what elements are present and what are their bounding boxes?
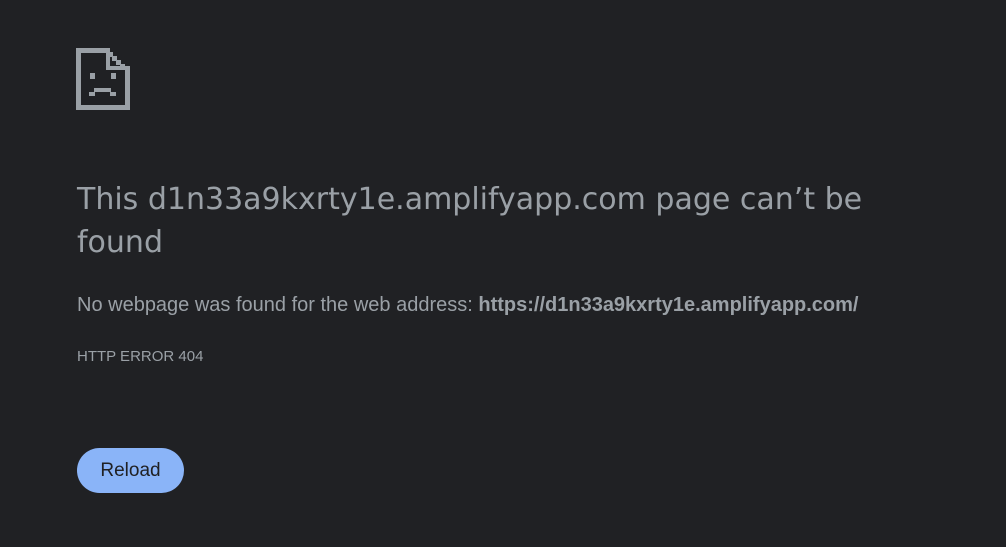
title-host: d1n33a9kxrty1e.amplifyapp.com: [147, 182, 646, 217]
sad-document-icon: [76, 46, 130, 112]
summary-text: No webpage was found for the web address…: [77, 294, 479, 316]
reload-button[interactable]: Reload: [77, 448, 184, 493]
page-title: This d1n33a9kxrty1e.amplifyapp.com page …: [77, 178, 937, 264]
error-url: https://d1n33a9kxrty1e.amplifyapp.com/: [478, 294, 859, 316]
error-code: HTTP ERROR 404: [77, 348, 204, 365]
error-summary: No webpage was found for the web address…: [77, 292, 859, 318]
title-prefix: This: [77, 182, 148, 217]
